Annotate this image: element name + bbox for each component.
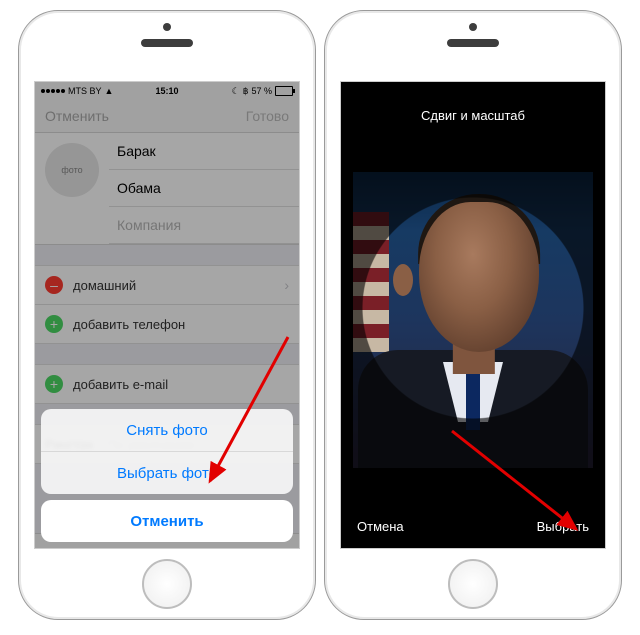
front-camera xyxy=(163,23,171,31)
earpiece xyxy=(447,39,499,47)
screen-left: MTS BY ▲ 15:10 ☾ ฿ 57 % Отменить Готово … xyxy=(34,81,300,549)
crop-title: Сдвиг и масштаб xyxy=(341,82,605,123)
sheet-choose-photo[interactable]: Выбрать фото xyxy=(41,452,293,494)
portrait-head xyxy=(419,202,539,352)
portrait-tie xyxy=(466,370,480,430)
action-sheet: Снять фото Выбрать фото Отменить xyxy=(41,409,293,542)
screen-right: Сдвиг и масштаб Отмена Выбрать xyxy=(340,81,606,549)
earpiece xyxy=(141,39,193,47)
phone-left: MTS BY ▲ 15:10 ☾ ฿ 57 % Отменить Готово … xyxy=(18,10,316,620)
sheet-take-photo[interactable]: Снять фото xyxy=(41,409,293,452)
phone-right: Сдвиг и масштаб Отмена Выбрать xyxy=(324,10,622,620)
portrait-ear xyxy=(393,264,413,296)
sheet-cancel[interactable]: Отменить xyxy=(41,500,293,542)
front-camera xyxy=(469,23,477,31)
crop-actions: Отмена Выбрать xyxy=(341,504,605,548)
home-button[interactable] xyxy=(142,559,192,609)
contact-photo[interactable] xyxy=(353,172,593,468)
crop-cancel-button[interactable]: Отмена xyxy=(357,519,404,534)
crop-choose-button[interactable]: Выбрать xyxy=(537,519,589,534)
home-button[interactable] xyxy=(448,559,498,609)
crop-area[interactable] xyxy=(353,172,593,468)
